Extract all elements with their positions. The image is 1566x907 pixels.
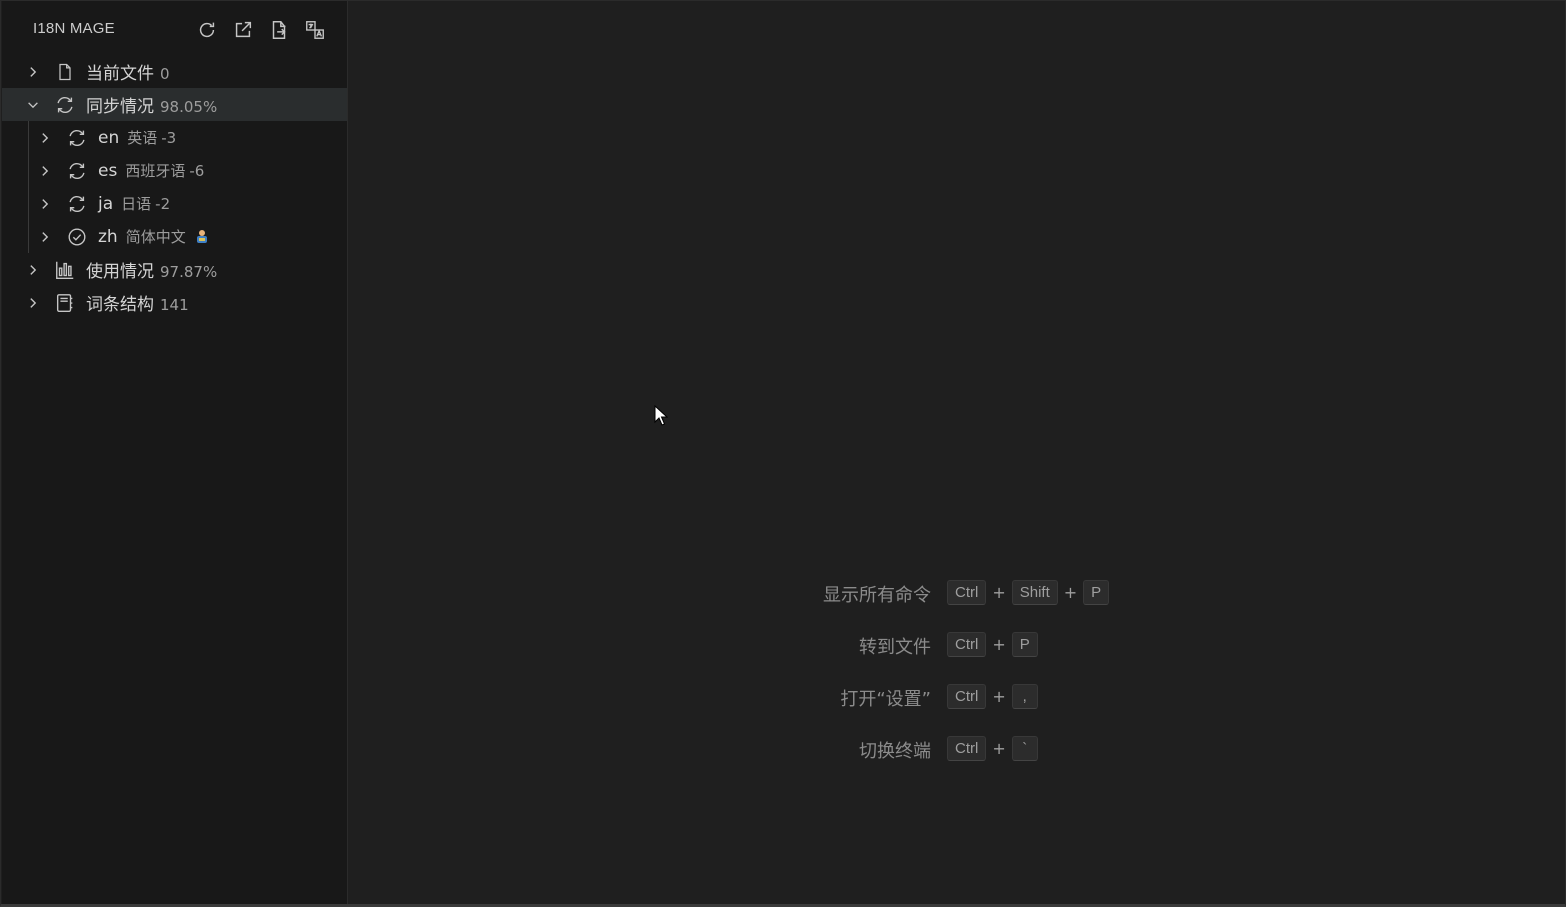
sync-icon — [66, 193, 88, 215]
export-file-icon[interactable] — [266, 17, 292, 43]
open-external-icon[interactable] — [230, 17, 256, 43]
locale-name: 简体中文 — [125, 228, 186, 246]
tree-item-sync[interactable]: 同步情况 98.05% — [2, 88, 347, 121]
key-cap: ` — [1011, 736, 1038, 761]
sync-icon — [66, 160, 88, 182]
tree-item-locale-ja[interactable]: ja 日语 -2 — [2, 187, 347, 220]
shortcut-label: 显示所有命令 — [823, 585, 931, 606]
key-cap: P — [1083, 580, 1110, 605]
sidebar-header: I18N MAGE — [2, 1, 347, 57]
key-cap: P — [1011, 632, 1038, 657]
key-separator: + — [992, 635, 1006, 654]
bar-chart-icon — [54, 259, 76, 281]
structure-count: 141 — [160, 296, 189, 314]
shortcut-row: 显示所有命令 Ctrl + Shift + P — [761, 576, 1261, 628]
locale-code: zh — [98, 227, 118, 247]
tree-item-label: ja 日语 -2 — [98, 193, 170, 214]
locale-name: 日语 — [121, 195, 152, 213]
shortcut-row: 打开“设置” Ctrl + , — [761, 680, 1261, 732]
chevron-right-icon[interactable] — [37, 196, 53, 212]
tree-item-current-file[interactable]: 当前文件 0 — [2, 55, 347, 88]
chevron-right-icon[interactable] — [37, 130, 53, 146]
locale-name: 英语 — [127, 129, 158, 147]
tree-item-count: 0 — [160, 65, 170, 83]
shortcut-row: 切换终端 Ctrl + ` — [761, 732, 1261, 784]
usage-percentage: 97.87% — [160, 263, 218, 281]
shortcut-keys: Ctrl + ` — [947, 736, 1038, 761]
shortcut-label: 转到文件 — [859, 637, 931, 658]
key-separator: + — [992, 687, 1006, 706]
mouse-pointer-icon — [654, 404, 669, 431]
tree-item-label: 当前文件 0 — [86, 64, 170, 84]
chevron-down-icon[interactable] — [25, 97, 41, 113]
key-separator: + — [992, 583, 1006, 602]
key-cap: , — [1011, 684, 1038, 709]
sync-icon — [66, 127, 88, 149]
source-language-badge-icon — [196, 230, 207, 243]
chevron-right-icon[interactable] — [25, 64, 41, 80]
shortcut-keys: Ctrl + P — [947, 632, 1038, 657]
app-window: I18N MAGE 当前文件 0 同步情况 98.05% en 英语 -3 es… — [0, 0, 1566, 907]
key-cap: Ctrl — [947, 736, 987, 761]
chevron-right-icon[interactable] — [37, 163, 53, 179]
tree-item-label: 词条结构 141 — [86, 295, 189, 315]
tree-item-label: zh 简体中文 — [98, 226, 210, 247]
key-cap: Ctrl — [947, 632, 987, 657]
locale-missing-count: -3 — [161, 129, 177, 147]
sync-percentage: 98.05% — [160, 98, 218, 116]
tree-view: 当前文件 0 同步情况 98.05% en 英语 -3 es 西班牙语 -6 j… — [2, 55, 347, 319]
key-separator: + — [1063, 583, 1078, 602]
shortcut-keys: Ctrl + , — [947, 684, 1038, 709]
locale-missing-count: -6 — [189, 162, 205, 180]
sidebar: I18N MAGE 当前文件 0 同步情况 98.05% en 英语 -3 es… — [2, 1, 348, 904]
locale-code: es — [98, 161, 118, 181]
refresh-icon[interactable] — [194, 17, 220, 43]
chevron-right-icon[interactable] — [37, 229, 53, 245]
tree-item-label: 同步情况 98.05% — [86, 97, 218, 117]
tree-item-label: es 西班牙语 -6 — [98, 160, 204, 181]
translate-icon[interactable] — [302, 17, 328, 43]
tree-item-locale-zh[interactable]: zh 简体中文 — [2, 220, 347, 253]
tree-item-label: en 英语 -3 — [98, 127, 176, 148]
key-cap: Shift — [1011, 580, 1058, 605]
key-separator: + — [992, 739, 1006, 758]
tree-item-locale-en[interactable]: en 英语 -3 — [2, 121, 347, 154]
chevron-right-icon[interactable] — [25, 262, 41, 278]
file-icon — [54, 61, 76, 83]
key-cap: Ctrl — [947, 580, 987, 605]
shortcut-keys: Ctrl + Shift + P — [947, 580, 1110, 605]
shortcut-label: 切换终端 — [859, 741, 931, 762]
tree-item-locale-es[interactable]: es 西班牙语 -6 — [2, 154, 347, 187]
tree-item-label: 使用情况 97.87% — [86, 262, 218, 282]
sync-icon — [54, 94, 76, 116]
key-cap: Ctrl — [947, 684, 987, 709]
notebook-icon — [54, 292, 76, 314]
sidebar-actions — [194, 17, 328, 43]
editor-watermark-shortcuts: 显示所有命令 Ctrl + Shift + P 转到文件 Ctrl + P 打开… — [761, 576, 1261, 784]
shortcut-row: 转到文件 Ctrl + P — [761, 628, 1261, 680]
locale-code: en — [98, 128, 120, 148]
locale-name: 西班牙语 — [125, 162, 186, 180]
tree-item-usage[interactable]: 使用情况 97.87% — [2, 253, 347, 286]
sidebar-title: I18N MAGE — [33, 20, 115, 37]
shortcut-label: 打开“设置” — [840, 689, 931, 710]
chevron-right-icon[interactable] — [25, 295, 41, 311]
check-circle-icon — [66, 226, 88, 248]
locale-code: ja — [98, 194, 114, 214]
tree-item-structure[interactable]: 词条结构 141 — [2, 286, 347, 319]
locale-missing-count: -2 — [155, 195, 171, 213]
